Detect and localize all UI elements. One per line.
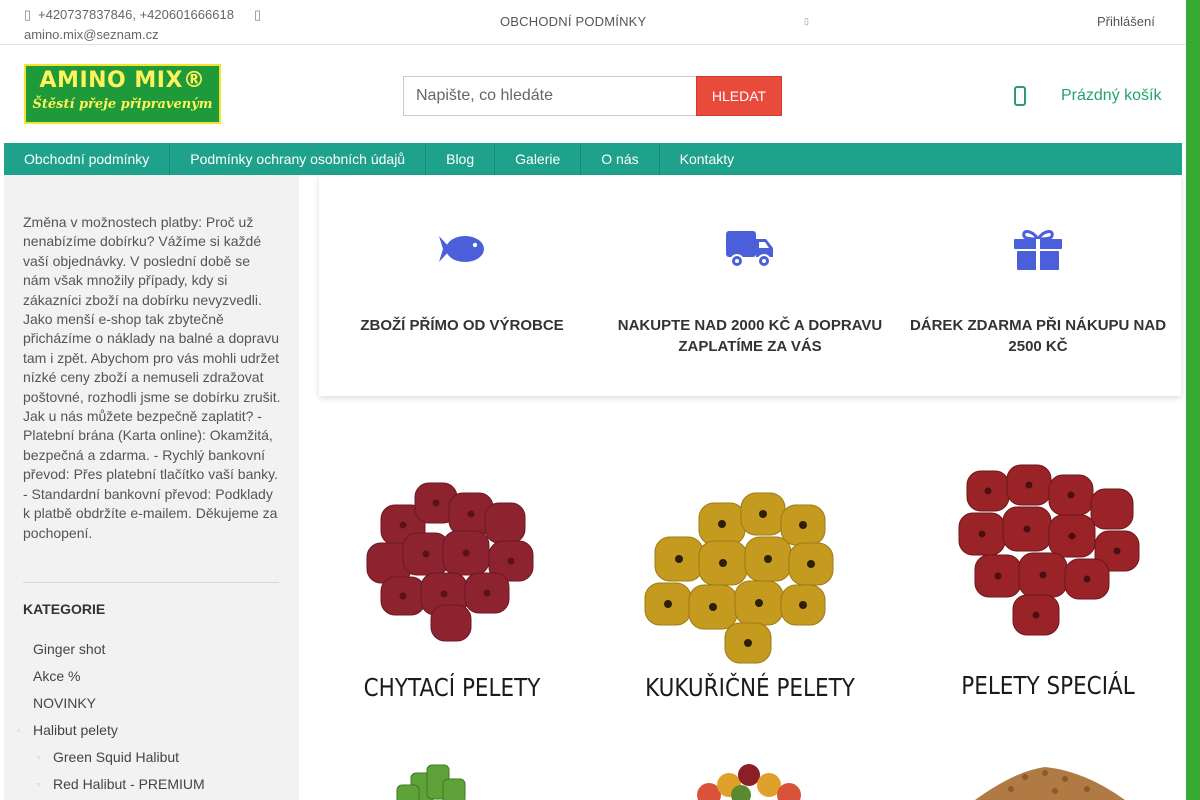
search-button[interactable]: HLEDAT	[696, 76, 782, 116]
contact-info: ▯ +420737837846, +420601666618 ▯	[24, 4, 268, 25]
nav-item-privacy[interactable]: Podmínky ochrany osobních údajů	[170, 143, 427, 175]
category-tiles: CHYTACÍ PELETY KUKUŘIČNÉ PELETY PELETY S…	[319, 445, 1181, 800]
category-item-red-halibut[interactable]: ▫ Red Halibut - PREMIUM	[4, 773, 299, 800]
category-tile-chytaci[interactable]: CHYTACÍ PELETY	[319, 445, 585, 713]
cart-icon[interactable]	[1014, 86, 1026, 106]
special-pellets-image	[958, 464, 1140, 636]
gift-icon	[1014, 230, 1062, 270]
nav-item-about[interactable]: O nás	[581, 143, 660, 175]
feature-text: ZBOŽÍ PŘÍMO OD VÝROBCE	[360, 317, 564, 334]
main-nav: Obchodní podmínky Podmínky ochrany osobn…	[4, 143, 1182, 175]
mail-icon: ▯	[253, 7, 262, 22]
login-link[interactable]: Přihlášení	[1097, 14, 1155, 29]
bullet-icon: ▫	[37, 779, 41, 789]
category-caption: KUKUŘIČNÉ PELETY	[645, 673, 855, 702]
category-title: KATEGORIE	[23, 601, 106, 617]
sidebar-divider	[23, 582, 279, 583]
category-item-akce[interactable]: Akce %	[4, 665, 299, 692]
category-tile-special[interactable]: PELETY SPECIÁL	[915, 445, 1181, 713]
bullet-icon: ▫	[37, 752, 41, 762]
category-label: Akce %	[33, 668, 81, 684]
green-pellets-image	[396, 764, 466, 800]
feature-text: NAKUPTE NAD 2000 KČ A DOPRAVU ZAPLATÍME …	[617, 317, 883, 355]
header: AMINO MIX® Štěstí přeje připraveným HLED…	[0, 45, 1186, 143]
category-label: Green Squid Halibut	[53, 749, 180, 765]
top-bar: ▯ +420737837846, +420601666618 ▯ amino.mix…	[0, 0, 1186, 45]
category-list: Ginger shot Akce % NOVINKY ▫ Halibut pele…	[4, 638, 299, 800]
fish-icon	[439, 236, 484, 262]
category-label: NOVINKY	[33, 695, 97, 711]
red-pellets-image	[366, 482, 534, 642]
terms-link[interactable]: OBCHODNÍ PODMÍNKY	[500, 14, 646, 29]
payment-notice: Změna v možnostech platby: Proč už nenab…	[23, 214, 281, 541]
category-caption: PELETY SPECIÁL	[961, 671, 1135, 700]
nav-item-terms[interactable]: Obchodní podmínky	[4, 143, 171, 175]
feature-producer: ZBOŽÍ PŘÍMO OD VÝROBCE	[322, 175, 602, 396]
category-item-halibut[interactable]: ▫ Halibut pelety	[4, 719, 299, 746]
nav-item-contacts[interactable]: Kontakty	[660, 143, 754, 175]
email-link[interactable]: amino.mix@seznam.cz	[24, 24, 159, 45]
phone-icon: ▯	[24, 7, 32, 22]
logo[interactable]: AMINO MIX® Štěstí přeje připraveným	[24, 64, 221, 124]
boilies-image	[697, 764, 801, 800]
sidebar: Změna v možnostech platby: Proč už nenab…	[4, 175, 299, 800]
category-tile-kukuricne[interactable]: KUKUŘIČNÉ PELETY	[617, 445, 883, 713]
feature-gift: DÁREK ZDARMA PŘI NÁKUPU NAD 2500 KČ	[898, 175, 1178, 396]
page: ▯ +420737837846, +420601666618 ▯ amino.mix…	[0, 0, 1186, 800]
category-item-green-squid[interactable]: ▫ Green Squid Halibut	[4, 746, 299, 773]
category-tile-groundbait[interactable]	[915, 743, 1181, 800]
category-label: Red Halibut - PREMIUM	[53, 776, 205, 792]
nav-item-gallery[interactable]: Galerie	[495, 143, 582, 175]
cart-label[interactable]: Prázdný košík	[1061, 87, 1161, 105]
features-panel: ZBOŽÍ PŘÍMO OD VÝROBCE NAKUPTE NAD 2000 …	[319, 175, 1181, 396]
groundbait-image	[975, 767, 1125, 800]
bullet-icon: ▫	[17, 725, 21, 735]
phone-numbers: +420737837846, +420601666618	[38, 7, 234, 22]
placeholder-icon: ▯	[804, 16, 809, 26]
feature-shipping: NAKUPTE NAD 2000 KČ A DOPRAVU ZAPLATÍME …	[610, 175, 890, 396]
category-label: Halibut pelety	[33, 722, 118, 738]
category-item-novinky[interactable]: NOVINKY	[4, 692, 299, 719]
corn-pellets-image	[644, 492, 834, 664]
page-scrollbar[interactable]	[1186, 0, 1200, 800]
feature-text: DÁREK ZDARMA PŘI NÁKUPU NAD 2500 KČ	[909, 317, 1167, 355]
category-tile-green[interactable]	[319, 743, 585, 800]
logo-title: AMINO MIX®	[39, 68, 206, 93]
category-caption: CHYTACÍ PELETY	[363, 673, 541, 702]
category-label: Ginger shot	[33, 641, 106, 657]
logo-slogan: Štěstí přeje připraveným	[32, 97, 213, 112]
truck-icon	[726, 231, 773, 268]
search-input[interactable]	[403, 76, 697, 116]
category-item-ginger-shot[interactable]: Ginger shot	[4, 638, 299, 665]
category-tile-boilies[interactable]	[617, 743, 883, 800]
nav-item-blog[interactable]: Blog	[426, 143, 496, 175]
